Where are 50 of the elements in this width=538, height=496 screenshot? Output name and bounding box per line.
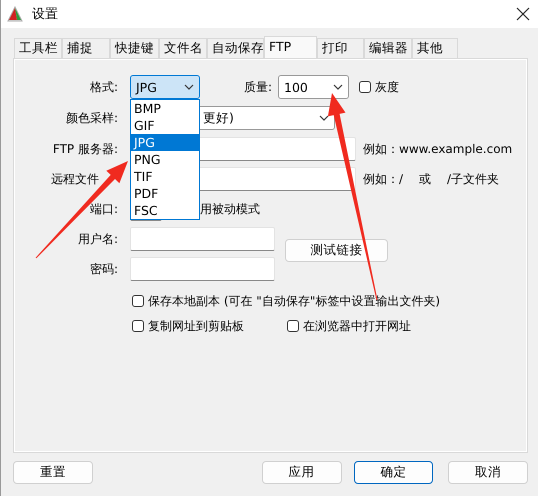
tab[interactable]: 工具栏	[14, 38, 62, 58]
tab[interactable]: 打印	[317, 38, 364, 58]
dropdown[interactable]: 100	[278, 75, 349, 99]
input-field[interactable]	[130, 257, 275, 281]
dialog-button[interactable]: 应用	[262, 461, 342, 484]
field-label: 质量:	[244, 78, 274, 96]
field-label: 端口:	[90, 200, 118, 218]
example-text: 例如：/	[363, 172, 404, 186]
checkbox-label: 用被动模式	[200, 200, 260, 218]
dialog-button[interactable]: 取消	[448, 461, 528, 484]
close-icon[interactable]	[516, 7, 530, 21]
dropdown-option[interactable]: TIF	[131, 168, 199, 185]
dropdown-option[interactable]: JPG	[131, 134, 199, 151]
field-label: 远程文件	[51, 170, 99, 188]
dropdown-option[interactable]: FSC	[131, 202, 199, 219]
checkbox[interactable]	[287, 320, 299, 332]
tab[interactable]: 其他	[412, 38, 458, 58]
checkbox[interactable]	[359, 81, 371, 93]
chevron-icon	[184, 84, 194, 90]
example-text: /子文件夹	[447, 172, 500, 186]
field-label: 格式:	[90, 78, 118, 96]
chevron-icon	[333, 84, 343, 90]
dialog-button[interactable]: 重置	[13, 461, 93, 484]
checkbox[interactable]	[132, 320, 144, 332]
tab[interactable]: FTP	[264, 36, 317, 59]
tab[interactable]: 快捷键	[110, 38, 159, 58]
checkbox-label: 灰度	[375, 78, 399, 96]
field-label: 用户名:	[78, 230, 118, 248]
tab[interactable]: 文件名	[159, 38, 207, 58]
dialog-button[interactable]: 确定	[354, 461, 434, 484]
checkbox-label: 在浏览器中打开网址	[303, 318, 411, 334]
window-title: 设置	[32, 6, 58, 23]
dropdown-option[interactable]: PNG	[131, 151, 199, 168]
dropdown-option[interactable]: PDF	[131, 185, 199, 202]
example-text: 或	[419, 172, 432, 186]
checkbox[interactable]	[132, 295, 144, 307]
test-connection-button[interactable]: 测试链接	[285, 238, 388, 262]
field-label: FTP 服务器:	[52, 140, 118, 158]
tab[interactable]: 编辑器	[364, 38, 412, 58]
example-text: 例如：www.example.com	[363, 140, 512, 158]
field-label: 颜色采样:	[66, 110, 118, 126]
tab[interactable]: 自动保存	[207, 38, 264, 58]
tab[interactable]: 捕捉	[62, 38, 110, 58]
input-field[interactable]	[130, 227, 275, 251]
field-label: 密码:	[90, 260, 118, 278]
app-icon	[6, 5, 24, 23]
chevron-icon	[319, 115, 329, 121]
checkbox-label: 保存本地副本 (可在 "自动保存"标签中设置输出文件夹)	[148, 292, 440, 310]
dropdown[interactable]: JPG	[130, 75, 200, 99]
checkbox-label: 复制网址到剪贴板	[148, 318, 244, 334]
